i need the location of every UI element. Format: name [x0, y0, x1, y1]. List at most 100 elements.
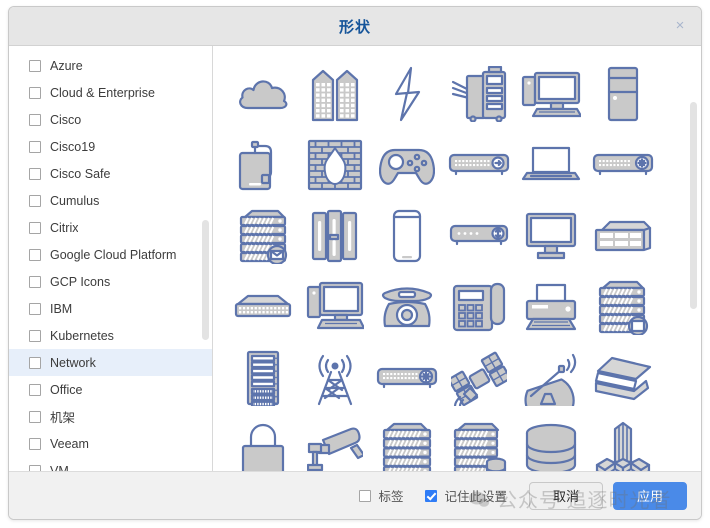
- sidebar-item-google-cloud-platform[interactable]: Google Cloud Platform: [9, 241, 212, 268]
- shape-network-switch-arrow[interactable]: [443, 129, 515, 200]
- shape-satellite[interactable]: [443, 342, 515, 413]
- sidebar-item-checkbox[interactable]: [29, 221, 41, 234]
- sidebar-item-cloud-enterprise[interactable]: Cloud & Enterprise: [9, 79, 212, 106]
- shape-network-switch[interactable]: [227, 271, 299, 342]
- sidebar-item-checkbox[interactable]: [29, 410, 41, 423]
- sidebar-item-checkbox[interactable]: [29, 248, 41, 261]
- sidebar-item-checkbox[interactable]: [29, 140, 41, 153]
- cancel-button[interactable]: 取消: [529, 481, 603, 510]
- shape-external-hard-drive[interactable]: [227, 129, 299, 200]
- satellite-icon: [451, 350, 507, 406]
- sidebar-item-cisco-safe[interactable]: Cisco Safe: [9, 160, 212, 187]
- sidebar-item-cumulus[interactable]: Cumulus: [9, 187, 212, 214]
- sidebar-item-checkbox[interactable]: [29, 86, 41, 99]
- sidebar-item-label: Office: [50, 382, 83, 397]
- shape-satellite-dish[interactable]: [515, 342, 587, 413]
- database-icon: [524, 423, 578, 471]
- shape-server[interactable]: [371, 413, 443, 471]
- shape-rack-server-unit[interactable]: [587, 200, 659, 271]
- sidebar-item-checkbox[interactable]: [29, 275, 41, 288]
- shape-monitor[interactable]: [515, 200, 587, 271]
- shape-modem[interactable]: [443, 200, 515, 271]
- remember-checkbox-row[interactable]: 记住此设置: [425, 486, 507, 505]
- tags-checkbox[interactable]: [359, 489, 372, 502]
- shape-mainframe[interactable]: [299, 200, 371, 271]
- sidebar-item-checkbox[interactable]: [29, 356, 41, 369]
- close-icon[interactable]: ×: [669, 15, 691, 37]
- dialog-title: 形状: [338, 18, 371, 36]
- shape-grid-scrollbar-thumb[interactable]: [690, 102, 697, 309]
- shape-scanner[interactable]: [587, 342, 659, 413]
- shape-desktop-computer[interactable]: [515, 58, 587, 129]
- sidebar-item-label: IBM: [50, 301, 73, 316]
- sidebar-item-checkbox[interactable]: [29, 383, 41, 396]
- shape-router-wireless[interactable]: [587, 129, 659, 200]
- sidebar-item-label: Cisco19: [50, 139, 96, 154]
- shape-server-with-database[interactable]: [443, 413, 515, 471]
- shape-mainframe-tower[interactable]: [587, 413, 659, 471]
- sidebar-item-[interactable]: 机架: [9, 403, 212, 430]
- shape-firewall[interactable]: [299, 129, 371, 200]
- shape-laptop[interactable]: [515, 129, 587, 200]
- sidebar-item-label: Citrix: [50, 220, 79, 235]
- mail-server-icon: [235, 208, 291, 264]
- shape-smartphone[interactable]: [371, 200, 443, 271]
- shape-padlock[interactable]: [227, 413, 299, 471]
- tags-checkbox-row[interactable]: 标签: [359, 486, 403, 505]
- shape-rotary-phone[interactable]: [371, 271, 443, 342]
- sidebar-item-checkbox[interactable]: [29, 329, 41, 342]
- sidebar-item-label: Cloud & Enterprise: [50, 85, 155, 100]
- router-wireless-icon: [592, 152, 654, 178]
- sidebar-item-azure[interactable]: Azure: [9, 52, 212, 79]
- server-stack-display-icon: [595, 279, 651, 335]
- shape-server-stack-display[interactable]: [587, 271, 659, 342]
- sidebar-item-kubernetes[interactable]: Kubernetes: [9, 322, 212, 349]
- sidebar-item-gcp-icons[interactable]: GCP Icons: [9, 268, 212, 295]
- shape-radio-tower[interactable]: [299, 342, 371, 413]
- shape-router-wired[interactable]: [371, 342, 443, 413]
- sidebar-item-checkbox[interactable]: [29, 113, 41, 126]
- sidebar-item-veeam[interactable]: Veeam: [9, 430, 212, 457]
- sidebar-item-office[interactable]: Office: [9, 376, 212, 403]
- shape-mail-server[interactable]: [227, 200, 299, 271]
- shape-cloud[interactable]: [227, 58, 299, 129]
- office-phone-icon: [452, 282, 506, 332]
- shape-security-camera[interactable]: [299, 413, 371, 471]
- shape-server-rack[interactable]: [227, 342, 299, 413]
- sidebar-item-checkbox[interactable]: [29, 194, 41, 207]
- shape-grid-pane: [213, 46, 701, 471]
- remember-checkbox[interactable]: [425, 489, 438, 502]
- sidebar-item-citrix[interactable]: Citrix: [9, 214, 212, 241]
- sidebar-item-checkbox[interactable]: [29, 437, 41, 450]
- shape-office-phone[interactable]: [443, 271, 515, 342]
- shape-grid: [213, 46, 697, 471]
- shapes-dialog: 形状 × Azure Cloud & Enterprise Cisco Cisco19…: [8, 6, 702, 520]
- remember-label: 记住此设置: [444, 490, 507, 504]
- satellite-dish-icon: [523, 350, 579, 406]
- sidebar-item-label: Network: [50, 355, 96, 370]
- laptop-icon: [521, 145, 581, 185]
- shape-printer[interactable]: [515, 271, 587, 342]
- sidebar-scrollbar-thumb[interactable]: [202, 220, 209, 340]
- sidebar-item-checkbox[interactable]: [29, 59, 41, 72]
- sidebar-item-cisco[interactable]: Cisco: [9, 106, 212, 133]
- sidebar-scrollbar[interactable]: [202, 46, 209, 471]
- shape-copier[interactable]: [443, 58, 515, 129]
- padlock-icon: [239, 422, 287, 471]
- sidebar-item-cisco19[interactable]: Cisco19: [9, 133, 212, 160]
- sidebar-item-vm[interactable]: VM: [9, 457, 212, 471]
- shape-database[interactable]: [515, 413, 587, 471]
- sidebar-item-network[interactable]: Network: [9, 349, 212, 376]
- sidebar-item-ibm[interactable]: IBM: [9, 295, 212, 322]
- sidebar-item-checkbox[interactable]: [29, 302, 41, 315]
- mainframe-tower-icon: [595, 421, 651, 471]
- shape-pc-and-monitor[interactable]: [299, 271, 371, 342]
- apply-button[interactable]: 应用: [613, 481, 687, 510]
- sidebar-item-label: 机架: [50, 411, 76, 425]
- sidebar-item-label: GCP Icons: [50, 274, 111, 289]
- shape-tower-pc[interactable]: [587, 58, 659, 129]
- sidebar-item-checkbox[interactable]: [29, 167, 41, 180]
- shape-buildings[interactable]: [299, 58, 371, 129]
- shape-game-controller[interactable]: [371, 129, 443, 200]
- shape-lightning-bolt[interactable]: [371, 58, 443, 129]
